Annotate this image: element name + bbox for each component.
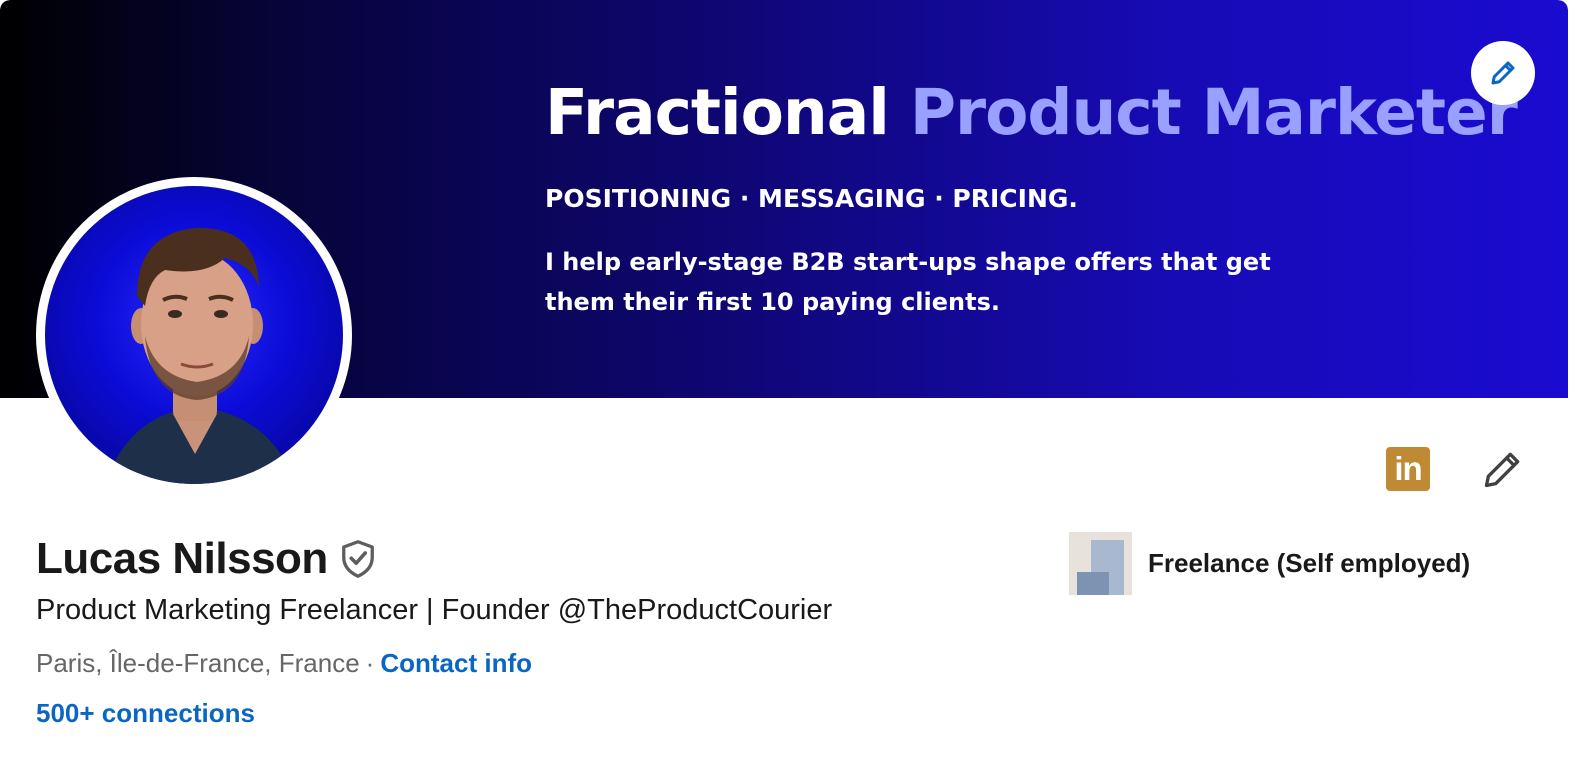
person-portrait [105, 227, 295, 484]
company-logo-icon [1069, 532, 1132, 595]
banner-headline-accent: Product Marketer [909, 76, 1518, 149]
current-company[interactable]: Freelance (Self employed) [1069, 532, 1470, 595]
profile-location: Paris, Île-de-France, France [36, 648, 360, 678]
connections-link[interactable]: 500+ connections [36, 698, 255, 729]
verified-shield-icon[interactable] [340, 537, 380, 581]
pencil-icon [1484, 452, 1520, 488]
location-row: Paris, Île-de-France, France · Contact inf… [36, 648, 532, 679]
banner-headline: Fractional Product Marketer [545, 76, 1518, 149]
edit-intro-button[interactable] [1478, 444, 1528, 494]
pencil-icon [1491, 61, 1515, 85]
profile-headline: Product Marketing Freelancer | Founder @… [36, 594, 833, 626]
profile-photo-image [45, 186, 343, 484]
contact-info-link[interactable]: Contact info [380, 648, 532, 678]
edit-banner-button[interactable] [1471, 41, 1535, 105]
separator-dot: · [365, 648, 375, 678]
profile-top-card: Fractional Product Marketer POSITIONING … [0, 0, 1568, 762]
banner-tagline: POSITIONING · MESSAGING · PRICING. [545, 184, 1078, 213]
banner-body-text: I help early-stage B2B start-ups shape o… [545, 248, 1271, 316]
banner-headline-main: Fractional [545, 76, 890, 149]
profile-name: Lucas Nilsson [36, 534, 328, 583]
profile-photo[interactable] [36, 177, 352, 493]
name-row: Lucas Nilsson [36, 534, 380, 584]
company-name: Freelance (Self employed) [1148, 548, 1471, 578]
linkedin-badge-icon[interactable]: in [1386, 447, 1430, 491]
